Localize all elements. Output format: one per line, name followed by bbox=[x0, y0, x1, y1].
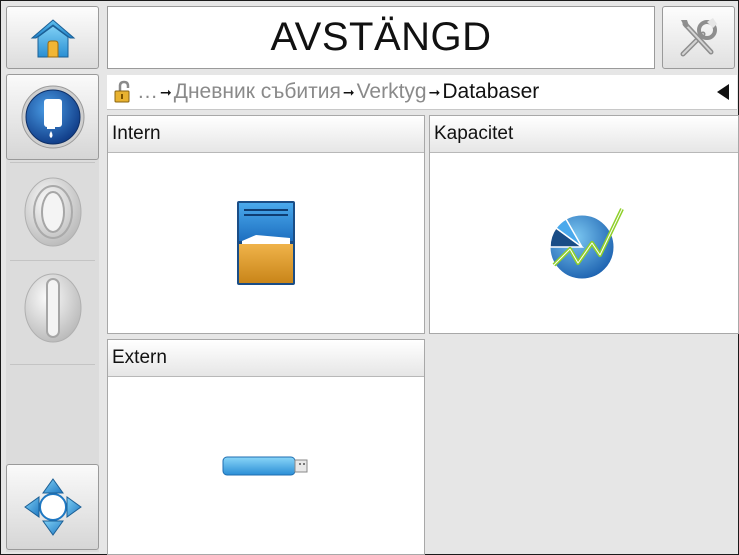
left-sidebar bbox=[6, 74, 99, 552]
navigation-arrows-icon bbox=[23, 478, 82, 536]
home-button[interactable] bbox=[6, 6, 99, 69]
sidebar-item-navigation[interactable] bbox=[6, 464, 99, 550]
sidebar-item-ink[interactable] bbox=[6, 74, 99, 160]
oval-indicator-icon bbox=[24, 177, 81, 247]
breadcrumb: … ➞ Дневник събития ➞ Verktyg ➞ Database… bbox=[107, 75, 737, 110]
usb-drive-icon bbox=[222, 456, 308, 475]
tile-capacity-label: Kapacitet bbox=[430, 116, 738, 153]
breadcrumb-separator-icon: ➞ bbox=[342, 83, 355, 100]
sidebar-item-bar[interactable] bbox=[6, 260, 99, 356]
tile-external-label: Extern bbox=[108, 340, 424, 377]
capacity-chart-icon bbox=[549, 208, 624, 280]
sidebar-divider bbox=[10, 162, 95, 163]
padlock-open-icon[interactable] bbox=[113, 80, 133, 104]
bar-indicator-icon bbox=[24, 273, 81, 343]
sidebar-item-oval[interactable] bbox=[6, 164, 99, 260]
tile-external[interactable]: Extern bbox=[107, 339, 425, 555]
breadcrumb-item-event-log[interactable]: Дневник събития bbox=[174, 80, 341, 104]
internal-storage-icon bbox=[237, 201, 295, 285]
screen-frame: AVSTÄNGD … ➞ Дневник събития ➞ Verktyg ➞… bbox=[0, 0, 739, 555]
tile-capacity[interactable]: Kapacitet bbox=[429, 115, 739, 334]
breadcrumb-item-databases: Databaser bbox=[442, 80, 540, 103]
tools-icon bbox=[680, 17, 717, 56]
sidebar-divider bbox=[10, 364, 95, 365]
ink-bottle-icon bbox=[21, 85, 84, 149]
breadcrumb-item-tools[interactable]: Verktyg bbox=[357, 80, 427, 104]
tile-internal-label: Intern bbox=[108, 116, 424, 153]
breadcrumb-separator-icon: ➞ bbox=[160, 83, 172, 100]
back-triangle-icon[interactable] bbox=[717, 84, 729, 100]
breadcrumb-ellipsis[interactable]: … bbox=[137, 80, 158, 104]
tools-button[interactable] bbox=[662, 6, 735, 69]
home-icon bbox=[30, 18, 75, 57]
tile-internal[interactable]: Intern bbox=[107, 115, 425, 334]
printer-status-display: AVSTÄNGD bbox=[107, 6, 655, 69]
breadcrumb-separator-icon: ➞ bbox=[428, 83, 441, 100]
